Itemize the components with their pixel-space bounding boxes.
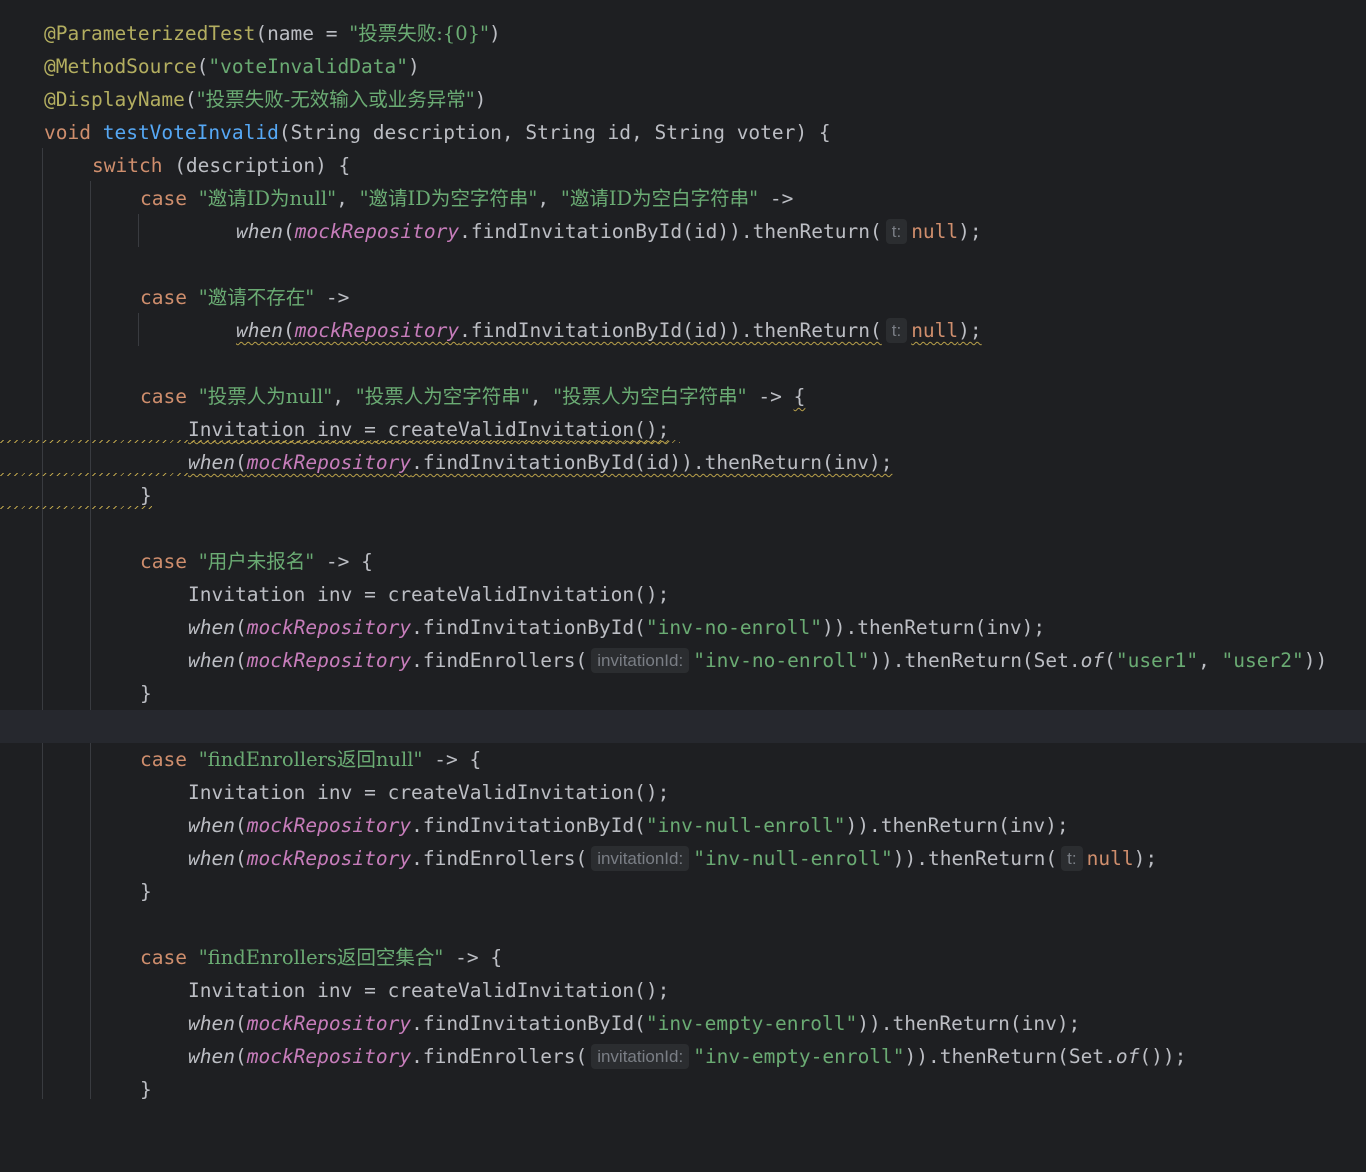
warning-highlight[interactable]: when(mockRepository.findInvitationById(i… <box>236 314 982 347</box>
annotation: @ParameterizedTest <box>44 22 256 45</box>
code-line[interactable]: } <box>0 677 1366 710</box>
code-line[interactable]: void testVoteInvalid(String description,… <box>0 116 1366 149</box>
field-reference: mockRepository <box>294 220 460 243</box>
code-line[interactable]: case "邀请不存在" -> <box>0 281 1366 314</box>
field-reference: mockRepository <box>246 451 412 474</box>
inlay-hint: t: <box>1061 846 1083 871</box>
code-line[interactable]: @MethodSource("voteInvalidData") <box>0 50 1366 83</box>
inlay-hint: invitationId: <box>591 846 690 871</box>
inlay-hint: invitationId: <box>591 1044 690 1069</box>
field-reference: mockRepository <box>246 814 412 837</box>
field-reference: mockRepository <box>246 1012 412 1035</box>
warning-underline <box>0 506 152 509</box>
code-line[interactable]: Invitation inv = createValidInvitation()… <box>0 578 1366 611</box>
annotation: @DisplayName <box>44 88 185 111</box>
keyword: case <box>140 385 187 408</box>
keyword: switch <box>92 154 163 177</box>
warning-highlight[interactable]: { <box>794 385 806 408</box>
code-line[interactable]: when(mockRepository.findInvitationById(i… <box>0 446 1366 479</box>
field-reference: mockRepository <box>294 319 460 342</box>
code-line[interactable]: } <box>0 1073 1366 1106</box>
code-line[interactable]: case "用户未报名" -> { <box>0 545 1366 578</box>
code-line[interactable]: when(mockRepository.findEnrollers(invita… <box>0 644 1366 677</box>
keyword: case <box>140 550 187 573</box>
field-reference: mockRepository <box>246 649 412 672</box>
warning-underline <box>0 473 188 476</box>
field-reference: mockRepository <box>246 847 412 870</box>
keyword: case <box>140 187 187 210</box>
annotation: @MethodSource <box>44 55 197 78</box>
keyword: case <box>140 946 187 969</box>
inlay-hint: t: <box>885 318 908 343</box>
method-name: testVoteInvalid <box>102 121 279 144</box>
code-line[interactable]: } <box>0 479 1366 512</box>
string-literal: "voteInvalidData" <box>208 55 408 78</box>
inlay-hint: invitationId: <box>591 648 690 673</box>
keyword: void <box>44 121 91 144</box>
code-line[interactable]: when(mockRepository.findEnrollers(invita… <box>0 1040 1366 1073</box>
code-line[interactable]: switch (description) { <box>0 149 1366 182</box>
code-line[interactable]: @DisplayName("投票失败-无效输入或业务异常") <box>0 83 1366 116</box>
code-line[interactable]: when(mockRepository.findInvitationById("… <box>0 809 1366 842</box>
code-line[interactable]: case "邀请ID为null", "邀请ID为空字符串", "邀请ID为空白字… <box>0 182 1366 215</box>
code-editor[interactable]: @ParameterizedTest(name = "投票失败:{0}") @M… <box>0 0 1366 1101</box>
code-line[interactable]: when(mockRepository.findInvitationById(i… <box>0 215 1366 248</box>
code-line[interactable]: @ParameterizedTest(name = "投票失败:{0}") <box>0 17 1366 50</box>
keyword: case <box>140 286 187 309</box>
code-line[interactable]: when(mockRepository.findInvitationById(i… <box>0 314 1366 347</box>
code-line[interactable]: when(mockRepository.findInvitationById("… <box>0 611 1366 644</box>
string-literal: "投票失败:{0}" <box>349 22 489 45</box>
field-reference: mockRepository <box>246 1045 412 1068</box>
code-line[interactable]: case "findEnrollers返回null" -> { <box>0 743 1366 776</box>
code-line[interactable]: when(mockRepository.findEnrollers(invita… <box>0 842 1366 875</box>
inlay-hint: t: <box>885 219 908 244</box>
field-reference: mockRepository <box>246 616 412 639</box>
code-line[interactable]: Invitation inv = createValidInvitation()… <box>0 413 1366 446</box>
current-line[interactable] <box>0 710 1366 743</box>
code-line[interactable]: Invitation inv = createValidInvitation()… <box>0 776 1366 809</box>
keyword: case <box>140 748 187 771</box>
code-line[interactable]: } <box>0 875 1366 908</box>
string-literal: "投票失败-无效输入或业务异常" <box>196 88 475 111</box>
code-line[interactable]: case "findEnrollers返回空集合" -> { <box>0 941 1366 974</box>
code-line[interactable]: case "投票人为null", "投票人为空字符串", "投票人为空白字符串"… <box>0 380 1366 413</box>
code-line[interactable]: when(mockRepository.findInvitationById("… <box>0 1007 1366 1040</box>
code-line[interactable]: Invitation inv = createValidInvitation()… <box>0 974 1366 1007</box>
